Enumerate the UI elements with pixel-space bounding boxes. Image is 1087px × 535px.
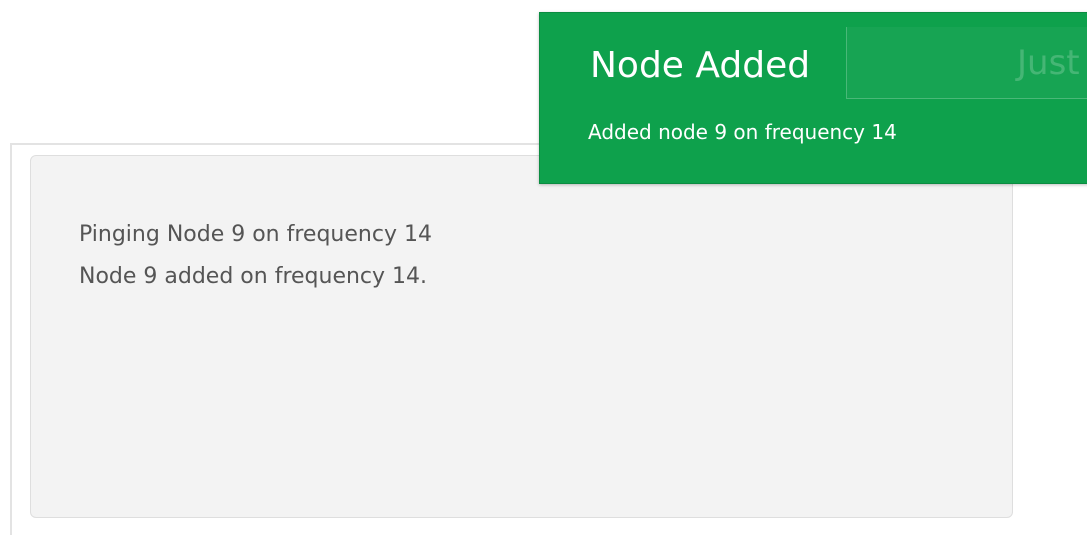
log-line: Pinging Node 9 on frequency 14 [79,222,432,247]
log-lines: Pinging Node 9 on frequency 14 Node 9 ad… [79,214,432,298]
log-output: Pinging Node 9 on frequency 14 Node 9 ad… [30,155,1013,518]
toast-timestamp-area: Just n [846,27,1087,99]
toast-timestamp: Just n [1017,43,1087,83]
page: Pinging Node 9 on frequency 14 Node 9 ad… [0,0,1087,535]
toast-message: Added node 9 on frequency 14 [588,120,897,144]
log-line: Node 9 added on frequency 14. [79,264,428,289]
toast-title: Node Added [590,45,811,86]
notification-toast[interactable]: Just n Node Added Added node 9 on freque… [539,12,1087,184]
